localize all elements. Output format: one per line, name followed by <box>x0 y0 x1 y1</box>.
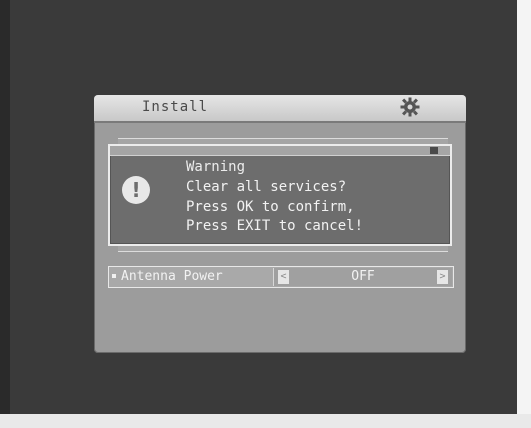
antenna-power-selector[interactable]: < OFF > <box>273 268 452 286</box>
dialog-topbar <box>110 146 450 156</box>
panel-header: Install <box>94 95 466 123</box>
tv-bezel-right <box>517 0 531 428</box>
antenna-power-label: Antenna Power <box>121 269 223 284</box>
panel-title: Install <box>142 99 209 115</box>
right-arrow-icon[interactable]: > <box>437 270 448 284</box>
antenna-power-value: OFF <box>351 269 375 284</box>
dialog-message-line: Clear all services? <box>186 179 347 195</box>
gear-icon <box>400 97 420 117</box>
dialog-message-line: Press EXIT to cancel! <box>186 218 364 234</box>
row-bullet <box>112 274 116 278</box>
dialog-close-icon <box>430 147 438 154</box>
dialog-title: Warning <box>186 159 246 175</box>
tv-bezel-left <box>0 0 10 428</box>
antenna-power-row[interactable]: Antenna Power < OFF > <box>108 266 454 288</box>
exclamation-icon: ! <box>122 176 150 204</box>
dialog-message-line: Press OK to confirm, <box>186 199 355 215</box>
tv-bezel-bottom <box>0 414 531 428</box>
warning-dialog: ! Warning Clear all services? Press OK t… <box>108 144 452 246</box>
